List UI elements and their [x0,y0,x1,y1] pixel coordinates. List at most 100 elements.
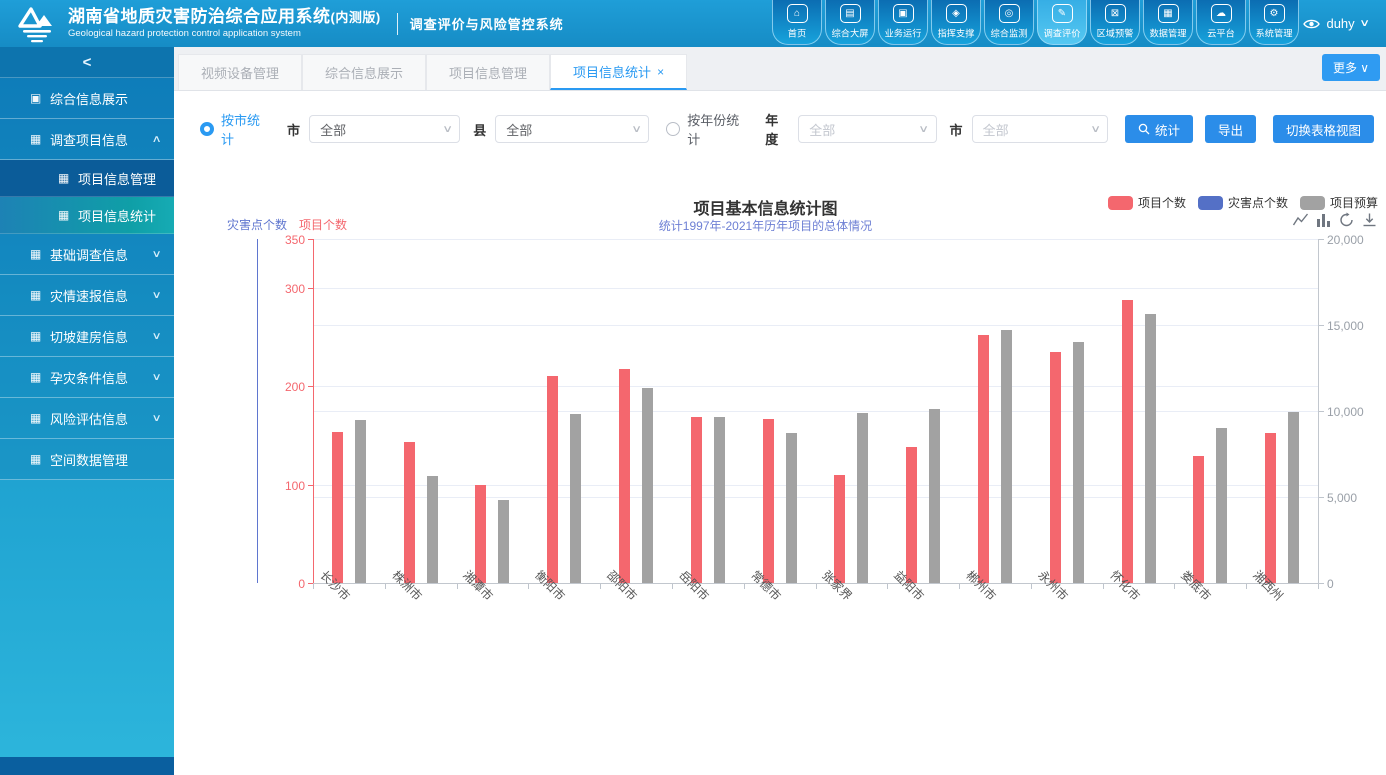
chart-subtitle: 统计1997年-2021年历年项目的总体情况 [493,217,1038,234]
legend-label: 项目预算 [1330,194,1378,211]
header-divider [397,13,398,35]
nav-item-label: 数据管理 [1150,26,1187,40]
user-menu[interactable]: duhy ∨ [1303,0,1368,47]
radio-by-year[interactable] [666,122,680,136]
sidebar-item-label: 风险评估信息 [50,409,128,428]
nav-item-2[interactable]: ▤综合大屏 [825,0,875,45]
sidebar-item-9[interactable]: ▦ 风险评估信息 ∨ [0,398,174,439]
sidebar-item-7[interactable]: ▦切坡建房信息∨ [0,316,174,357]
chart-title: 项目基本信息统计图 [493,195,1038,219]
legend-item-3[interactable]: 项目预算 [1300,194,1378,211]
monitor-icon: ◎ [999,4,1020,23]
radio-by-year-label[interactable]: 按年份统计 [687,110,747,148]
chevron-down-icon: ∨ [151,249,161,260]
tab-label: 视频设备管理 [201,63,279,82]
county-label: 县 [473,120,486,139]
year-select[interactable]: 全部∨ [798,115,936,143]
search-icon [1138,123,1150,135]
sidebar-item-10[interactable]: ▦空间数据管理 [0,439,174,480]
sidebar-item-2[interactable]: ▦调查项目信息∧ [0,119,174,160]
top-nav: ⌂首页▤综合大屏 ▣ 业务运行 ◈ 指挥支撑 ◎ 综合监测 ✎调查评价⊠区域预警▦数据管理☁云… [772,0,1299,47]
table-icon: ▦ [30,247,41,261]
line-chart-icon[interactable] [1292,212,1309,228]
city-select[interactable]: 全部∨ [309,115,460,143]
chevron-down-icon: ∨ [442,124,453,135]
sidebar-collapse-button[interactable]: < [0,47,174,78]
nav-item-label: 首页 [788,26,806,40]
big-screen-icon: ▤ [840,4,861,23]
nav-item-9[interactable]: ☁云平台 [1196,0,1246,45]
sidebar-item-label: 项目信息管理 [78,169,156,188]
nav-item-1[interactable]: ⌂首页 [772,0,822,45]
legend-item-1[interactable]: 项目个数 [1108,194,1186,211]
chevron-up-icon: ∧ [151,134,161,145]
export-button[interactable]: 导出 [1205,115,1256,143]
sidebar-item-4[interactable]: ▦项目信息统计 [0,197,174,234]
nav-item-label: 综合监测 [991,26,1028,40]
sidebar-item-label: 切坡建房信息 [50,327,128,346]
sidebar-item-label: 综合信息展示 [50,89,128,108]
city2-select[interactable]: 全部∨ [972,115,1108,143]
sidebar-item-3[interactable]: ▦ 项目信息管理 [0,160,174,197]
tab-strip: 视频设备管理 综合信息展示 项目信息管理 项目信息统计 × 更多 ∨ [174,47,1386,91]
save-image-icon[interactable] [1361,212,1378,228]
system-manage-icon: ⚙ [1264,4,1285,23]
legend-item-2[interactable]: 灾害点个数 [1198,194,1288,211]
chart-legend: 项目个数灾害点个数 项目预算 [1108,194,1378,211]
sidebar-item-label: 项目信息统计 [78,206,156,225]
cloud-platform-icon: ☁ [1211,4,1232,23]
app-logo-icon [14,4,60,44]
more-button[interactable]: 更多 ∨ [1322,54,1380,81]
tab-4[interactable]: 项目信息统计 × [550,54,687,90]
tab-label: 项目信息管理 [449,63,527,82]
nav-item-3[interactable]: ▣ 业务运行 [878,0,928,45]
filter-bar: 按市统计 市 全部∨ 县 全部∨ 按年份统计 年度 全部∨ 市 全部∨ 统计 [174,114,1386,144]
nav-item-label: 系统管理 [1256,26,1293,40]
close-icon[interactable]: × [657,65,664,79]
tab-2[interactable]: 综合信息展示 [302,54,426,90]
chevron-down-icon: ∨ [151,413,161,424]
chevron-down-icon: ∨ [151,290,161,301]
toggle-table-view-button[interactable]: 切换表格视图 [1273,115,1374,143]
nav-item-7[interactable]: ⊠区域预警 [1090,0,1140,45]
radio-by-city-label[interactable]: 按市统计 [221,110,269,148]
sidebar-item-5[interactable]: ▦ 基础调查信息 ∨ [0,234,174,275]
table-icon: ▦ [30,411,41,425]
restore-icon[interactable] [1338,212,1355,228]
app-title: 湖南省地质灾害防治综合应用系统(内测版) [68,8,381,27]
nav-item-10[interactable]: ⚙ 系统管理 [1249,0,1299,45]
nav-item-5[interactable]: ◎ 综合监测 [984,0,1034,45]
sidebar-item-1[interactable]: ▣综合信息展示 [0,78,174,119]
nav-item-label: 业务运行 [885,26,922,40]
user-name: duhy [1326,16,1354,31]
sidebar-item-6[interactable]: ▦灾情速报信息∨ [0,275,174,316]
chevron-down-icon: ∨ [1359,18,1370,29]
county-select[interactable]: 全部∨ [495,115,649,143]
nav-item-6[interactable]: ✎调查评价 [1037,0,1087,45]
legend-label: 项目个数 [1138,194,1186,211]
header-titles: 湖南省地质灾害防治综合应用系统(内测版) Geological hazard p… [68,8,381,39]
region-warning-icon: ⊠ [1105,4,1126,23]
command-support-icon: ◈ [946,4,967,23]
sidebar-item-8[interactable]: ▦孕灾条件信息∨ [0,357,174,398]
stat-button[interactable]: 统计 [1125,115,1193,143]
app-title-suffix: (内测版) [331,10,381,25]
tab-3[interactable]: 项目信息管理 [426,54,550,90]
chevron-down-icon: ∨ [918,124,929,135]
sidebar-item-label: 基础调查信息 [50,245,128,264]
table-icon: ▦ [30,370,41,384]
nav-item-4[interactable]: ◈ 指挥支撑 [931,0,981,45]
city-label: 市 [287,120,300,139]
table-icon: ▦ [58,171,69,185]
radio-by-city[interactable] [200,122,214,136]
business-run-icon: ▣ [893,4,914,23]
bar-chart-icon[interactable] [1315,212,1332,228]
app-header: 湖南省地质灾害防治综合应用系统(内测版) Geological hazard p… [0,0,1386,47]
tab-1[interactable]: 视频设备管理 [178,54,302,90]
tabs: 视频设备管理 综合信息展示 项目信息管理 项目信息统计 × [178,54,687,90]
nav-item-label: 指挥支撑 [938,26,975,40]
nav-item-8[interactable]: ▦数据管理 [1143,0,1193,45]
chevron-down-icon: ∨ [631,124,642,135]
eye-icon [1303,18,1320,30]
tab-label: 项目信息统计 [573,62,651,81]
